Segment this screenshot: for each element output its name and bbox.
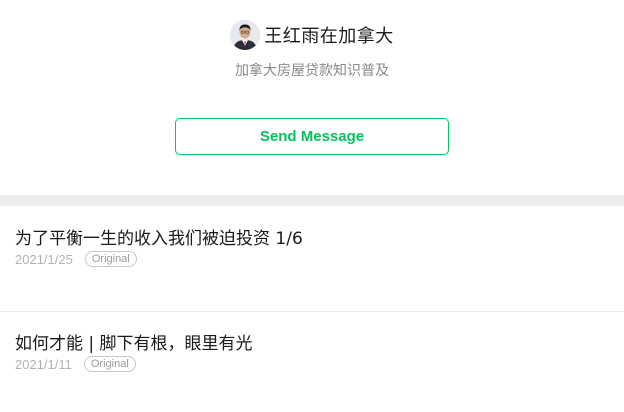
account-name: 王红雨在加拿大 bbox=[264, 26, 394, 47]
avatar[interactable] bbox=[230, 20, 261, 50]
article-item[interactable]: 为了平衡一生的收入我们被迫投资 1/6 2021/1/25 Original bbox=[0, 224, 624, 284]
send-message-button[interactable]: Send Message bbox=[175, 118, 449, 155]
article-item[interactable]: 如何才能 | 脚下有根，眼里有光 2021/1/11 Original bbox=[0, 329, 624, 389]
account-header: 王红雨在加拿大 bbox=[0, 20, 624, 50]
section-divider bbox=[0, 195, 624, 206]
account-description: 加拿大房屋贷款知识普及 bbox=[235, 63, 389, 79]
avatar-icon bbox=[230, 20, 261, 50]
article-date: 2021/1/25 bbox=[15, 251, 73, 267]
article-date: 2021/1/11 bbox=[15, 356, 72, 372]
article-title: 如何才能 | 脚下有根，眼里有光 bbox=[15, 334, 253, 354]
article-meta: 2021/1/11 Original bbox=[15, 356, 136, 372]
article-meta: 2021/1/25 Original bbox=[15, 251, 137, 267]
account-profile-page: 王红雨在加拿大 加拿大房屋贷款知识普及 Send Message 为了平衡一生的… bbox=[0, 0, 624, 412]
article-title: 为了平衡一生的收入我们被迫投资 1/6 bbox=[15, 229, 303, 249]
original-badge: Original bbox=[84, 251, 137, 267]
row-divider bbox=[0, 311, 624, 312]
original-badge: Original bbox=[83, 356, 136, 372]
